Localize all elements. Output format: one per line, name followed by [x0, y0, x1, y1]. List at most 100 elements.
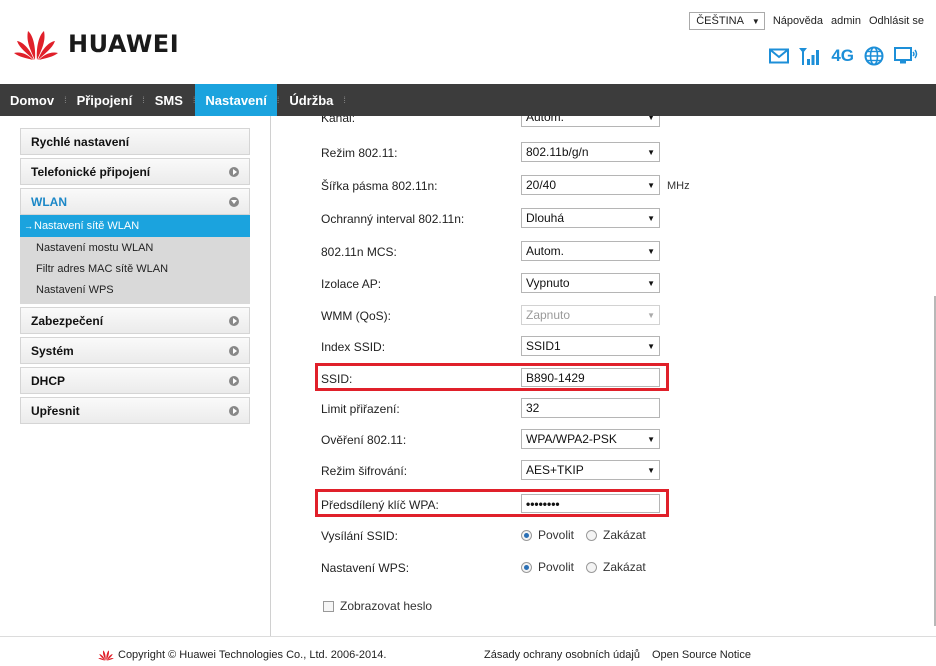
network-type: 4G	[831, 46, 854, 65]
sidebar-subitem-wlan-bridge[interactable]: Nastavení mostu WLAN	[20, 237, 250, 258]
help-link[interactable]: Nápověda	[773, 15, 823, 27]
page-footer: Copyright © Huawei Technologies Co., Ltd…	[0, 636, 936, 666]
logout-link[interactable]: Odhlásit se	[869, 15, 924, 27]
ap-isolation-label: Izolace AP:	[321, 277, 382, 291]
ap-isolation-value: Vypnuto	[526, 276, 570, 290]
nav-connection[interactable]: Připojení	[67, 84, 143, 116]
form-row-guard-interval: Ochranný interval 802.11n: Dlouhá ▼	[321, 208, 721, 230]
chevron-right-icon	[229, 166, 239, 177]
chevron-down-icon	[229, 196, 239, 207]
ssid-broadcast-enable-radio[interactable]	[521, 529, 532, 541]
ap-isolation-select[interactable]: Vypnuto ▼	[521, 273, 660, 293]
guard-interval-value: Dlouhá	[526, 211, 565, 225]
ssid-broadcast-enable-label[interactable]: Povolit	[538, 528, 574, 542]
channel-select[interactable]: Autom. ▼	[521, 116, 660, 127]
sidebar-item-dhcp[interactable]: DHCP	[20, 367, 250, 394]
assoc-limit-label: Limit přiřazení:	[321, 402, 400, 416]
wmm-label: WMM (QoS):	[321, 309, 391, 323]
chevron-down-icon: ▼	[647, 465, 655, 475]
copyright: Copyright © Huawei Technologies Co., Ltd…	[98, 649, 386, 661]
sidebar: Rychlé nastavení Telefonické připojení W…	[20, 128, 250, 427]
form-row-ssid-index: Index SSID: SSID1 ▼	[321, 336, 721, 358]
ssid-broadcast-disable-label[interactable]: Zakázat	[603, 528, 646, 542]
wlan-settings-form: Kanál: Autom. ▼ Režim 802.11: 802.11b/g/…	[270, 116, 936, 636]
mode-label: Režim 802.11:	[321, 146, 398, 160]
monitor-icon	[894, 47, 918, 64]
bandwidth-label: Šířka pásma 802.11n:	[321, 179, 438, 193]
encryption-select[interactable]: AES+TKIP ▼	[521, 460, 660, 480]
sidebar-item-label: DHCP	[31, 373, 66, 388]
sidebar-item-label: Systém	[31, 343, 74, 358]
mode-select[interactable]: 802.11b/g/n ▼	[521, 142, 660, 162]
wpa-key-input[interactable]: ••••••••	[521, 494, 660, 513]
status-icons: 4G	[769, 46, 918, 66]
channel-value: Autom.	[526, 116, 565, 124]
sidebar-item-wlan[interactable]: WLAN	[20, 188, 250, 215]
wps-radios: Povolit Zakázat	[521, 560, 646, 574]
auth-select[interactable]: WPA/WPA2-PSK ▼	[521, 429, 660, 449]
wps-enable-label[interactable]: Povolit	[538, 560, 574, 574]
nav-separator: ⁞	[343, 95, 346, 105]
chevron-down-icon: ▼	[647, 434, 655, 444]
show-password-label[interactable]: Zobrazovat heslo	[340, 599, 432, 613]
globe-icon	[864, 46, 884, 66]
nav-home[interactable]: Domov	[0, 84, 64, 116]
page-header: HUAWEI ČEŠTINA ▼ Nápověda admin Odhlásit…	[0, 0, 936, 84]
ssid-broadcast-label: Vysílání SSID:	[321, 529, 398, 543]
wpa-key-value: ••••••••	[526, 496, 560, 511]
ssid-label: SSID:	[321, 372, 353, 386]
nav-maintenance[interactable]: Údržba	[279, 84, 343, 116]
ssid-input[interactable]: B890-1429	[521, 368, 660, 387]
sidebar-subitem-mac-filter[interactable]: Filtr adres MAC sítě WLAN	[20, 258, 250, 279]
open-source-link[interactable]: Open Source Notice	[652, 649, 751, 661]
nav-sms[interactable]: SMS	[145, 84, 193, 116]
encryption-label: Režim šifrování:	[321, 464, 408, 478]
assoc-limit-input[interactable]: 32	[521, 398, 660, 418]
sidebar-item-advanced[interactable]: Upřesnit	[20, 397, 250, 424]
wps-disable-label[interactable]: Zakázat	[603, 560, 646, 574]
sidebar-subitem-wps[interactable]: Nastavení WPS	[20, 279, 250, 300]
guard-interval-label: Ochranný interval 802.11n:	[321, 212, 465, 226]
mode-value: 802.11b/g/n	[526, 145, 589, 159]
main-nav: Domov ⁞ Připojení ⁞ SMS ⁞ Nastavení ⁞ Úd…	[0, 84, 936, 116]
wlan-submenu: Nastavení sítě WLAN Nastavení mostu WLAN…	[20, 215, 250, 304]
sidebar-item-label: Zabezpečení	[31, 313, 104, 328]
sidebar-item-dialup[interactable]: Telefonické připojení	[20, 158, 250, 185]
wmm-select: Zapnuto ▼	[521, 305, 660, 325]
bandwidth-unit: MHz	[667, 180, 690, 192]
mcs-label: 802.11n MCS:	[321, 245, 397, 259]
guard-interval-select[interactable]: Dlouhá ▼	[521, 208, 660, 228]
wps-enable-radio[interactable]	[521, 561, 532, 573]
auth-label: Ověření 802.11:	[321, 433, 407, 447]
sidebar-item-system[interactable]: Systém	[20, 337, 250, 364]
signal-icon	[799, 48, 820, 65]
mail-icon	[769, 48, 790, 64]
language-select[interactable]: ČEŠTINA ▼	[689, 12, 765, 30]
ssid-broadcast-disable-radio[interactable]	[586, 529, 598, 541]
form-row-ssid: SSID: B890-1429	[321, 368, 721, 390]
sidebar-item-quick-setup[interactable]: Rychlé nastavení	[20, 128, 250, 155]
wps-disable-radio[interactable]	[586, 561, 598, 573]
form-row-assoc-limit: Limit přiřazení: 32	[321, 398, 721, 420]
sidebar-item-security[interactable]: Zabezpečení	[20, 307, 250, 334]
ssid-index-select[interactable]: SSID1 ▼	[521, 336, 660, 356]
bandwidth-select[interactable]: 20/40 ▼	[521, 175, 660, 195]
chevron-down-icon: ▼	[647, 341, 655, 351]
sidebar-subitem-wlan-settings[interactable]: Nastavení sítě WLAN	[20, 215, 250, 237]
privacy-link[interactable]: Zásady ochrany osobních údajů	[484, 649, 640, 661]
ssid-index-value: SSID1	[526, 339, 561, 353]
form-row-wps: Nastavení WPS: Povolit Zakázat	[321, 557, 721, 579]
chevron-down-icon: ▼	[647, 116, 655, 122]
show-password-checkbox[interactable]	[323, 600, 334, 612]
chevron-down-icon: ▼	[647, 213, 655, 223]
language-value: ČEŠTINA	[696, 15, 744, 27]
form-row-bandwidth: Šířka pásma 802.11n: 20/40 ▼ MHz	[321, 175, 721, 197]
mcs-select[interactable]: Autom. ▼	[521, 241, 660, 261]
sidebar-item-label: Telefonické připojení	[31, 164, 151, 179]
ssid-value: B890-1429	[526, 370, 585, 385]
mcs-value: Autom.	[526, 244, 565, 258]
form-row-wpa-key: Předsdílený klíč WPA: ••••••••	[321, 494, 721, 516]
wpa-key-label: Předsdílený klíč WPA:	[321, 498, 439, 512]
brand-name: HUAWEI	[68, 30, 180, 58]
nav-settings[interactable]: Nastavení	[195, 84, 277, 116]
